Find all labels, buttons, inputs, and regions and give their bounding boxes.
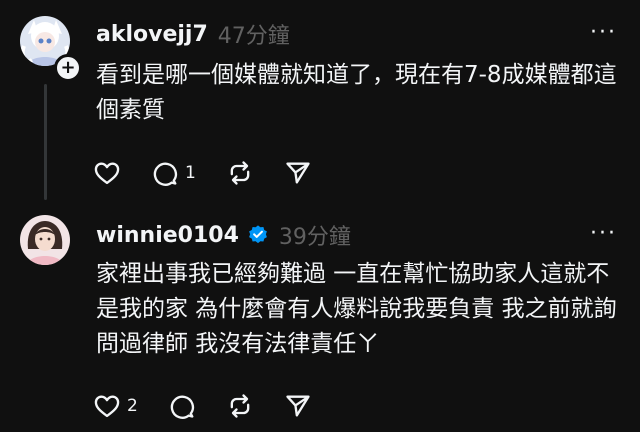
verified-badge-icon bbox=[248, 225, 267, 244]
like-button[interactable] bbox=[93, 159, 121, 187]
reply-post: winnie0104 39分鐘 ··· 家裡出事我已經夠難過 一直在幫忙協助家人… bbox=[0, 205, 640, 432]
repost-icon bbox=[230, 161, 250, 185]
action-bar: 2 bbox=[93, 391, 342, 421]
reply-count: 1 bbox=[185, 163, 196, 183]
share-button[interactable] bbox=[284, 159, 312, 187]
repost-icon bbox=[230, 394, 250, 418]
plus-icon[interactable]: + bbox=[54, 54, 82, 82]
username[interactable]: winnie0104 bbox=[96, 223, 239, 248]
heart-icon bbox=[94, 162, 120, 185]
like-button[interactable]: 2 bbox=[93, 392, 138, 420]
post-text: 家裡出事我已經夠難過 一直在幫忙協助家人這就不是我的家 為什麼會有人爆料說我要負… bbox=[96, 261, 617, 357]
heart-icon bbox=[94, 395, 120, 418]
more-icon[interactable]: ··· bbox=[590, 22, 617, 44]
avatar[interactable] bbox=[20, 215, 70, 265]
reply-button[interactable]: 1 bbox=[151, 159, 196, 187]
more-icon[interactable]: ··· bbox=[590, 223, 617, 245]
like-count: 2 bbox=[127, 396, 138, 416]
share-button[interactable] bbox=[284, 392, 312, 420]
send-icon bbox=[286, 395, 310, 417]
timestamp: 39分鐘 bbox=[278, 225, 351, 250]
thread-line bbox=[44, 84, 47, 200]
comment-icon bbox=[170, 395, 194, 419]
post-header: winnie0104 39分鐘 bbox=[96, 215, 351, 255]
comment-icon bbox=[153, 162, 178, 186]
action-bar: 1 bbox=[93, 158, 342, 188]
repost-button[interactable] bbox=[226, 392, 254, 420]
post-text: 看到是哪一個媒體就知道了，現在有7-8成媒體都這個素質 bbox=[96, 62, 617, 123]
send-icon bbox=[286, 162, 310, 184]
timestamp: 47分鐘 bbox=[217, 24, 290, 49]
repost-button[interactable] bbox=[226, 159, 254, 187]
reply-post: + aklovejj7 47分鐘 ··· 看到是哪一個媒體就知道了，現在有7-8… bbox=[0, 0, 640, 205]
username[interactable]: aklovejj7 bbox=[96, 22, 208, 47]
post-header: aklovejj7 47分鐘 bbox=[96, 14, 290, 54]
reply-button[interactable] bbox=[168, 392, 196, 420]
